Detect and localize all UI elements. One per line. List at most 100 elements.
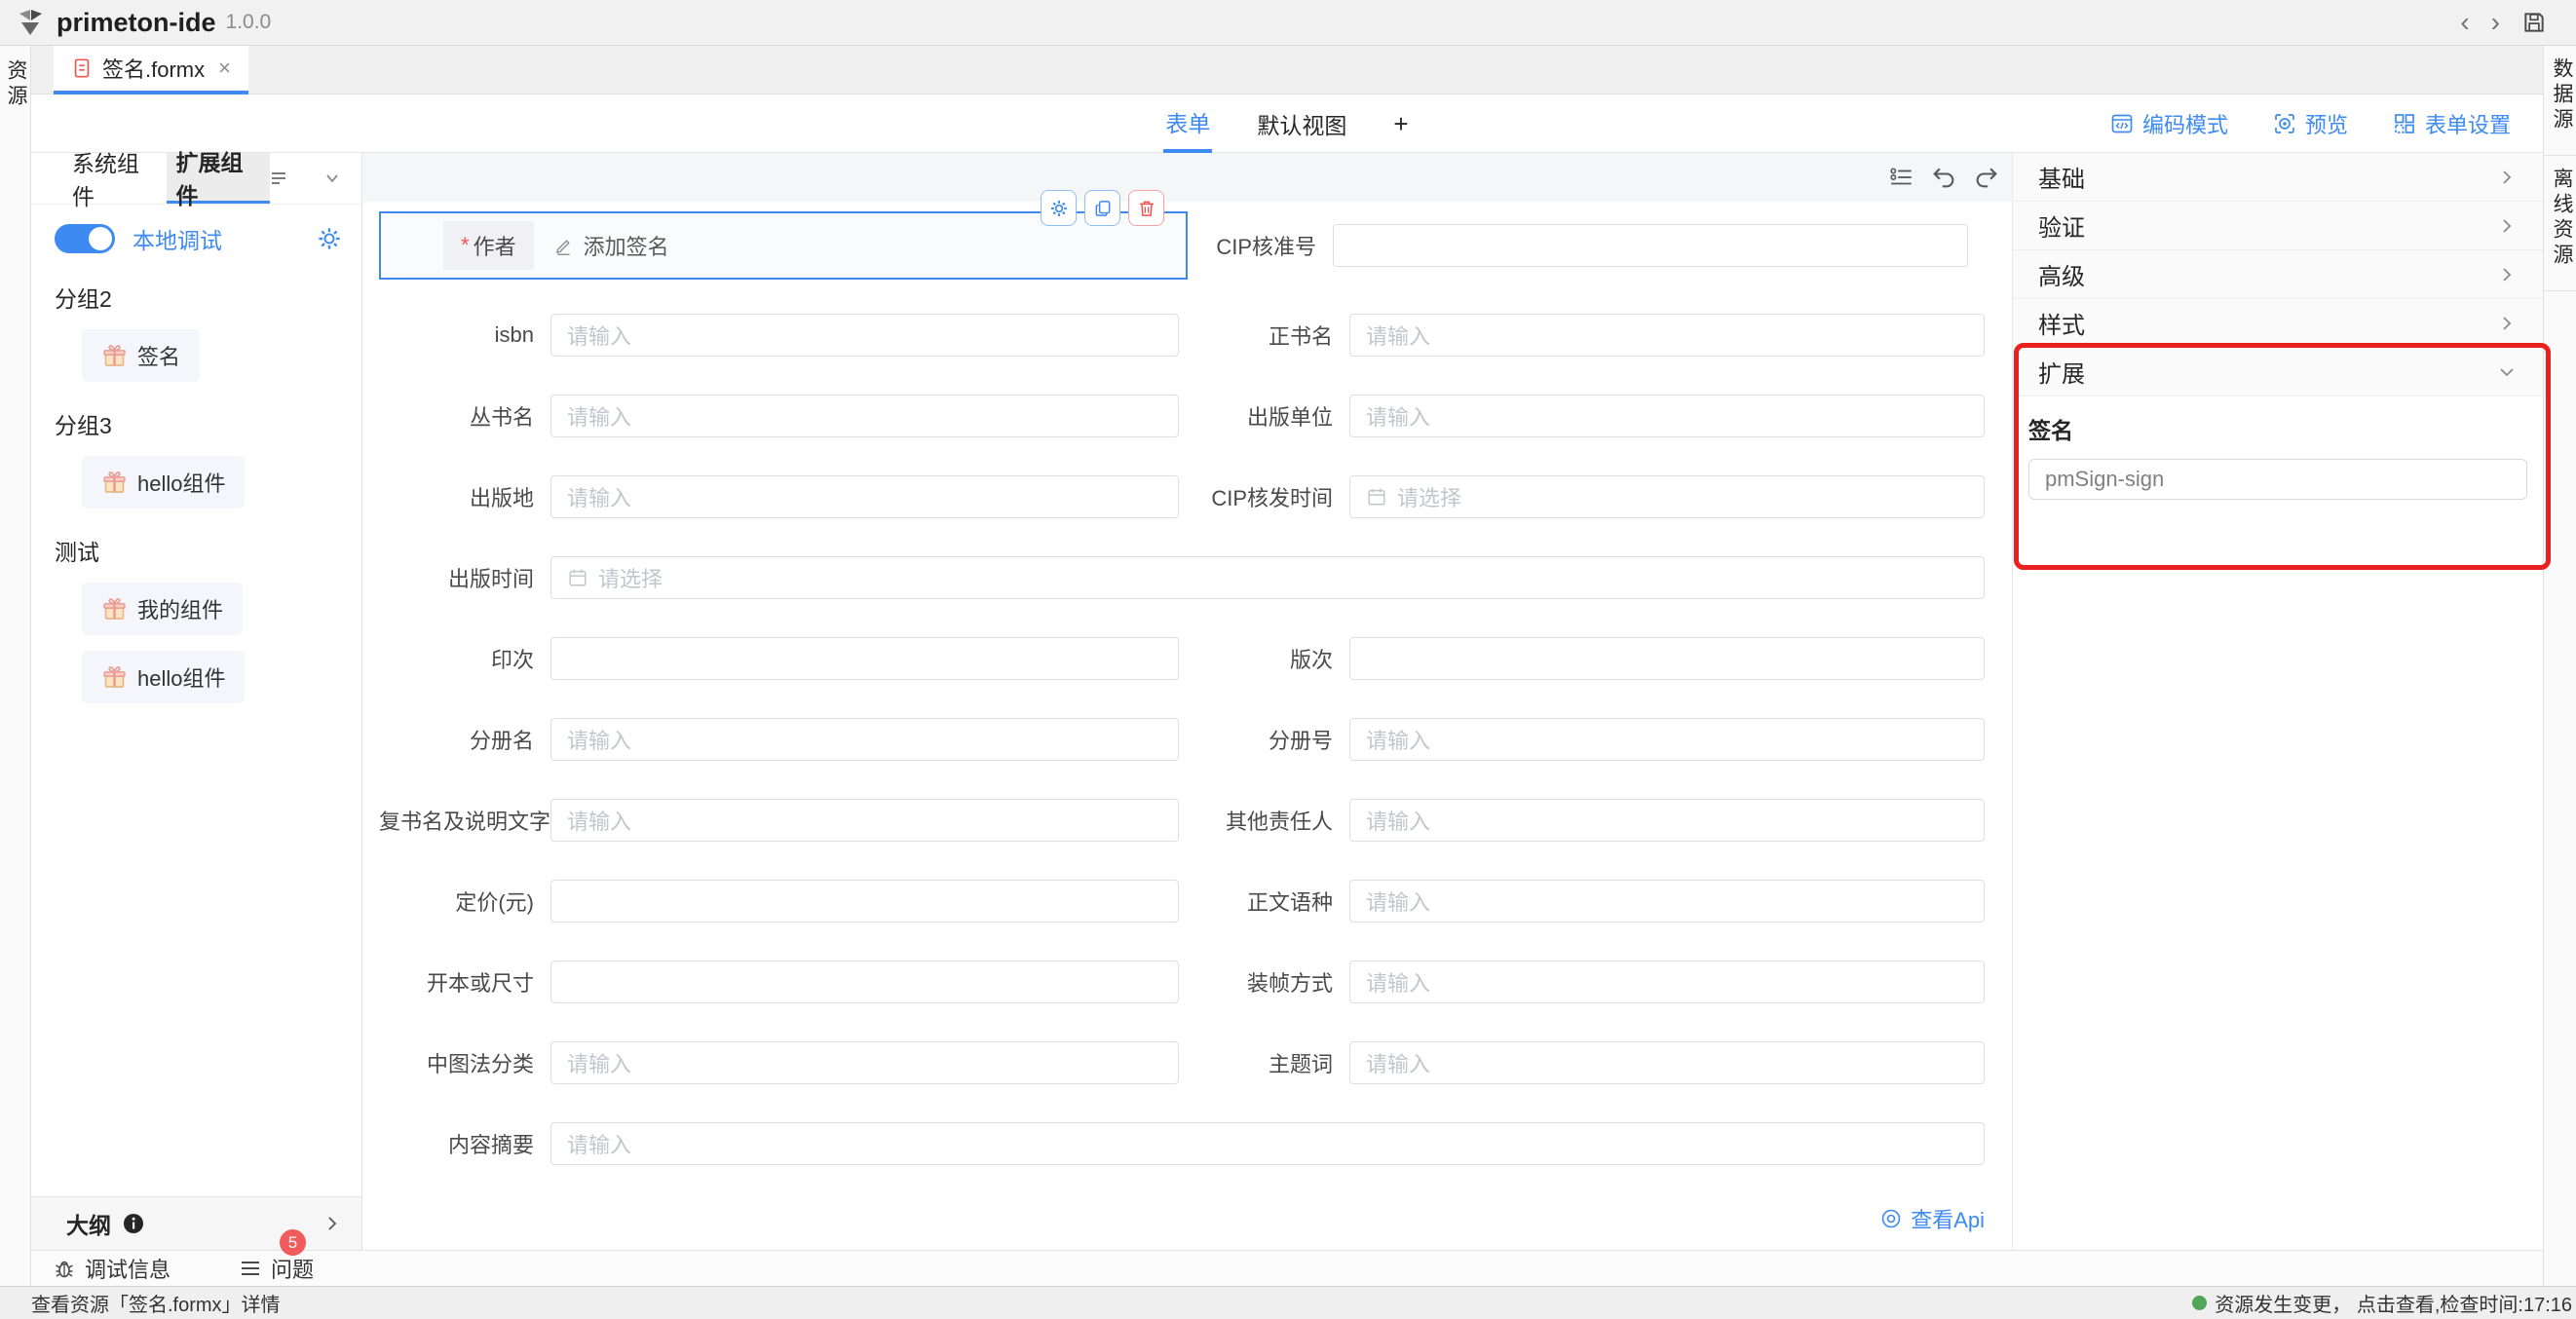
tab-form[interactable]: 表单: [1163, 94, 1212, 153]
chevron-right-icon: [2496, 167, 2518, 188]
form-settings-icon: [2393, 112, 2416, 135]
text-input[interactable]: [550, 961, 1179, 1003]
text-input[interactable]: 请输入: [1349, 961, 1985, 1003]
issues-list-icon: [239, 1257, 262, 1280]
form-row: 内容摘要请输入: [379, 1122, 2012, 1165]
field-label: 印次: [379, 643, 550, 674]
text-input[interactable]: 请输入: [1349, 799, 1985, 842]
inspector-sections: 基础验证高级样式扩展: [2013, 153, 2543, 396]
status-resource-link[interactable]: 查看资源「签名.formx」详情: [31, 1289, 281, 1317]
text-input[interactable]: [1333, 224, 1968, 267]
form-row: 印次版次: [379, 637, 2012, 680]
status-bar: 查看资源「签名.formx」详情 资源发生变更， 点击查看,检查时间:17:16: [0, 1286, 2576, 1319]
inspector-section-3[interactable]: 样式: [2013, 299, 2543, 348]
gift-icon: [101, 596, 128, 622]
nav-back-icon[interactable]: ‹: [2460, 9, 2469, 36]
issues-button[interactable]: 问题 5: [239, 1253, 314, 1284]
undo-icon[interactable]: [1930, 164, 1957, 191]
field-label: 复书名及说明文字: [379, 805, 550, 836]
text-input[interactable]: 请输入: [550, 475, 1179, 518]
form-settings-button[interactable]: 表单设置: [2393, 108, 2511, 139]
outline-row[interactable]: 大纲: [31, 1196, 362, 1250]
field-label: 主题词: [1179, 1047, 1349, 1078]
view-toolbar: 表单 默认视图 + 编码模式 预览: [31, 94, 2543, 153]
tab-system-components[interactable]: 系统组件: [62, 153, 167, 204]
toggle-knob: [89, 227, 112, 250]
form-row: 中图法分类请输入主题词请输入: [379, 1041, 2012, 1084]
text-input[interactable]: [1349, 637, 1985, 680]
text-input[interactable]: [550, 880, 1179, 923]
file-tab[interactable]: 签名.formx ×: [54, 46, 248, 94]
view-api-link[interactable]: 查看Api: [379, 1203, 1985, 1234]
inspector-section-0[interactable]: 基础: [2013, 153, 2543, 202]
datasource-vertical-tab[interactable]: 数据源: [2544, 57, 2576, 156]
component-chip[interactable]: hello组件: [82, 651, 245, 703]
component-sidebar: 系统组件 扩展组件 本地调试: [31, 153, 362, 1196]
component-group-label: 分组3: [55, 407, 361, 440]
add-view-button[interactable]: +: [1391, 94, 1410, 153]
preview-label: 预览: [2305, 108, 2348, 139]
text-input[interactable]: [550, 637, 1179, 680]
resources-vertical-tab[interactable]: 资源: [0, 59, 30, 110]
date-input[interactable]: 请选择: [550, 556, 1985, 599]
offline-resources-vertical-tab[interactable]: 离线资源: [2544, 168, 2576, 291]
signature-property-input[interactable]: pmSign-sign: [2028, 459, 2527, 500]
form-row: * 作者 添加签名 CIP核准号: [379, 211, 2012, 280]
component-groups: 分组2签名分组3hello组件测试我的组件hello组件: [31, 281, 361, 703]
selected-author-field[interactable]: * 作者 添加签名: [379, 211, 1188, 280]
chevron-right-icon: [2496, 264, 2518, 285]
redo-icon[interactable]: [1973, 164, 2000, 191]
outline-expand-icon[interactable]: [322, 1214, 342, 1233]
inspector-section-extension[interactable]: 扩展: [2013, 348, 2543, 396]
app-window: primeton-ide 1.0.0 ‹ › 资源 数据源 离线资源 签名.fo…: [0, 0, 2576, 1319]
text-input[interactable]: 请输入: [1349, 395, 1985, 437]
text-input[interactable]: 请输入: [1349, 1041, 1985, 1084]
field-label: 正文语种: [1179, 886, 1349, 917]
date-input[interactable]: 请选择: [1349, 475, 1985, 518]
status-change-notice[interactable]: 资源发生变更， 点击查看,检查时间:17:16: [2192, 1289, 2572, 1317]
component-chip[interactable]: hello组件: [82, 456, 245, 509]
inspector-section-2[interactable]: 高级: [2013, 250, 2543, 299]
tab-extension-components[interactable]: 扩展组件: [167, 153, 271, 204]
save-icon[interactable]: [2521, 10, 2547, 35]
local-debug-toggle[interactable]: [55, 224, 115, 253]
code-mode-button[interactable]: 编码模式: [2110, 108, 2228, 139]
text-input[interactable]: 请输入: [1349, 718, 1985, 761]
text-input[interactable]: 请输入: [1349, 880, 1985, 923]
debug-settings-gear-icon[interactable]: [317, 226, 342, 251]
code-mode-label: 编码模式: [2142, 108, 2228, 139]
inspector-section-label: 扩展: [2038, 355, 2085, 389]
input-placeholder: 请输入: [1366, 805, 1430, 836]
text-input[interactable]: 请输入: [550, 718, 1179, 761]
status-green-dot-icon: [2192, 1296, 2207, 1310]
field-copy-button[interactable]: [1084, 190, 1120, 226]
text-input[interactable]: 请输入: [550, 799, 1179, 842]
text-input[interactable]: 请输入: [550, 1041, 1179, 1084]
preview-button[interactable]: 预览: [2273, 108, 2348, 139]
input-placeholder: 请输入: [1366, 724, 1430, 755]
collapse-panel-icon[interactable]: [322, 169, 342, 188]
outline-tree-icon[interactable]: [1889, 165, 1914, 190]
component-chip-label: 我的组件: [137, 593, 223, 624]
field-settings-button[interactable]: [1041, 190, 1077, 226]
component-chip[interactable]: 签名: [82, 329, 200, 382]
text-input[interactable]: 请输入: [550, 1122, 1985, 1165]
input-placeholder: 请输入: [567, 481, 631, 512]
input-placeholder: 请输入: [567, 320, 631, 351]
text-input[interactable]: 请输入: [550, 395, 1179, 437]
component-list-icon[interactable]: [270, 170, 287, 187]
info-icon: [123, 1213, 144, 1234]
file-tab-close-icon[interactable]: ×: [218, 56, 231, 81]
component-chip[interactable]: 我的组件: [82, 583, 243, 635]
debug-info-button[interactable]: 调试信息: [53, 1253, 170, 1284]
component-chip-label: hello组件: [137, 467, 225, 498]
inspector-section-1[interactable]: 验证: [2013, 202, 2543, 250]
signature-widget[interactable]: 添加签名: [553, 230, 669, 261]
tab-default-view[interactable]: 默认视图: [1255, 94, 1348, 153]
text-input[interactable]: 请输入: [550, 314, 1179, 357]
nav-forward-icon[interactable]: ›: [2491, 9, 2500, 36]
component-chip-label: hello组件: [137, 661, 225, 693]
input-placeholder: 请输入: [1366, 320, 1430, 351]
text-input[interactable]: 请输入: [1349, 314, 1985, 357]
field-delete-button[interactable]: [1128, 190, 1164, 226]
